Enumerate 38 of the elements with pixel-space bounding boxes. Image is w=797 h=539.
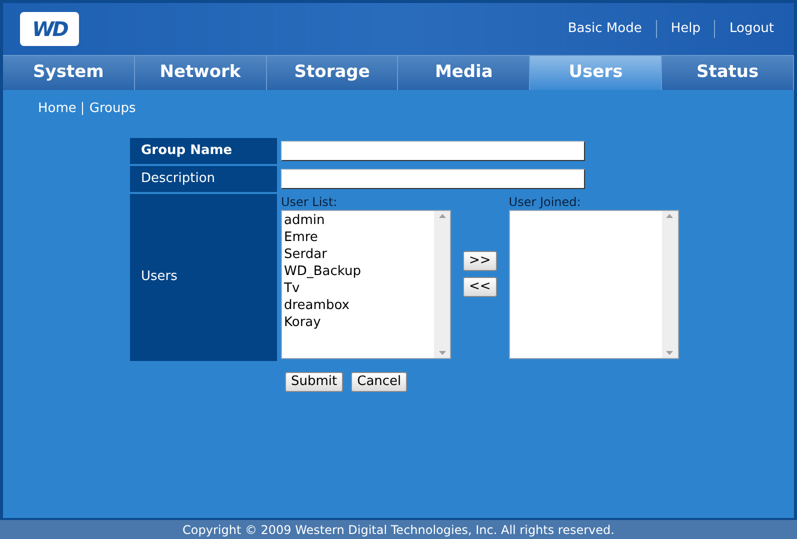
breadcrumb-link[interactable]: Home: [38, 99, 76, 118]
nav-tab[interactable]: Media: [398, 56, 530, 90]
field-label: Group Name: [130, 138, 277, 164]
user-list-box[interactable]: admin Emre Serdar WD_Backup Tv dreambox Koray: [281, 210, 451, 358]
form-button[interactable]: Submit: [285, 372, 344, 392]
header-link[interactable]: Help: [670, 19, 700, 39]
nav-tab[interactable]: Storage: [266, 56, 398, 90]
joined-list-box[interactable]: [508, 210, 679, 358]
scroll-up-icon[interactable]: [666, 214, 674, 218]
user-list-item[interactable]: Koray: [284, 314, 434, 330]
scroll-down-icon[interactable]: [666, 350, 674, 354]
text-field[interactable]: [281, 168, 585, 188]
user-list-item[interactable]: admin: [284, 212, 434, 228]
logo[interactable]: WD: [20, 12, 79, 46]
header-link[interactable]: Basic Mode: [568, 19, 642, 39]
nav-tab[interactable]: System: [3, 56, 135, 90]
copyright-text: Copyright © 2009 Western Digital Technologies, Inc. All rights reserved.: [182, 522, 614, 538]
scrollbar[interactable]: [662, 210, 678, 358]
add-user-button[interactable]: >>: [463, 251, 497, 271]
text-field[interactable]: [281, 140, 585, 160]
user-list-item[interactable]: WD_Backup: [284, 262, 434, 280]
header-link[interactable]: Logout: [729, 19, 774, 39]
scroll-down-icon[interactable]: [438, 350, 446, 354]
remove-user-button[interactable]: <<: [463, 277, 497, 297]
field-label: Description: [130, 166, 277, 192]
field-label: Users: [130, 194, 277, 360]
list-label: User List:: [281, 194, 338, 210]
scroll-up-icon[interactable]: [438, 214, 446, 218]
scrollbar[interactable]: [434, 210, 450, 358]
user-list-item[interactable]: Serdar: [284, 246, 434, 262]
nav-tab[interactable]: Status: [662, 56, 794, 90]
list-label: User Joined:: [508, 194, 582, 210]
breadcrumb-link[interactable]: Groups: [89, 99, 136, 118]
user-list-item[interactable]: Emre: [284, 228, 434, 246]
user-list-item[interactable]: dreambox: [284, 296, 434, 314]
user-list-item[interactable]: Tv: [284, 280, 434, 296]
form-button[interactable]: Cancel: [351, 372, 408, 392]
nav-tab[interactable]: Network: [134, 56, 267, 90]
